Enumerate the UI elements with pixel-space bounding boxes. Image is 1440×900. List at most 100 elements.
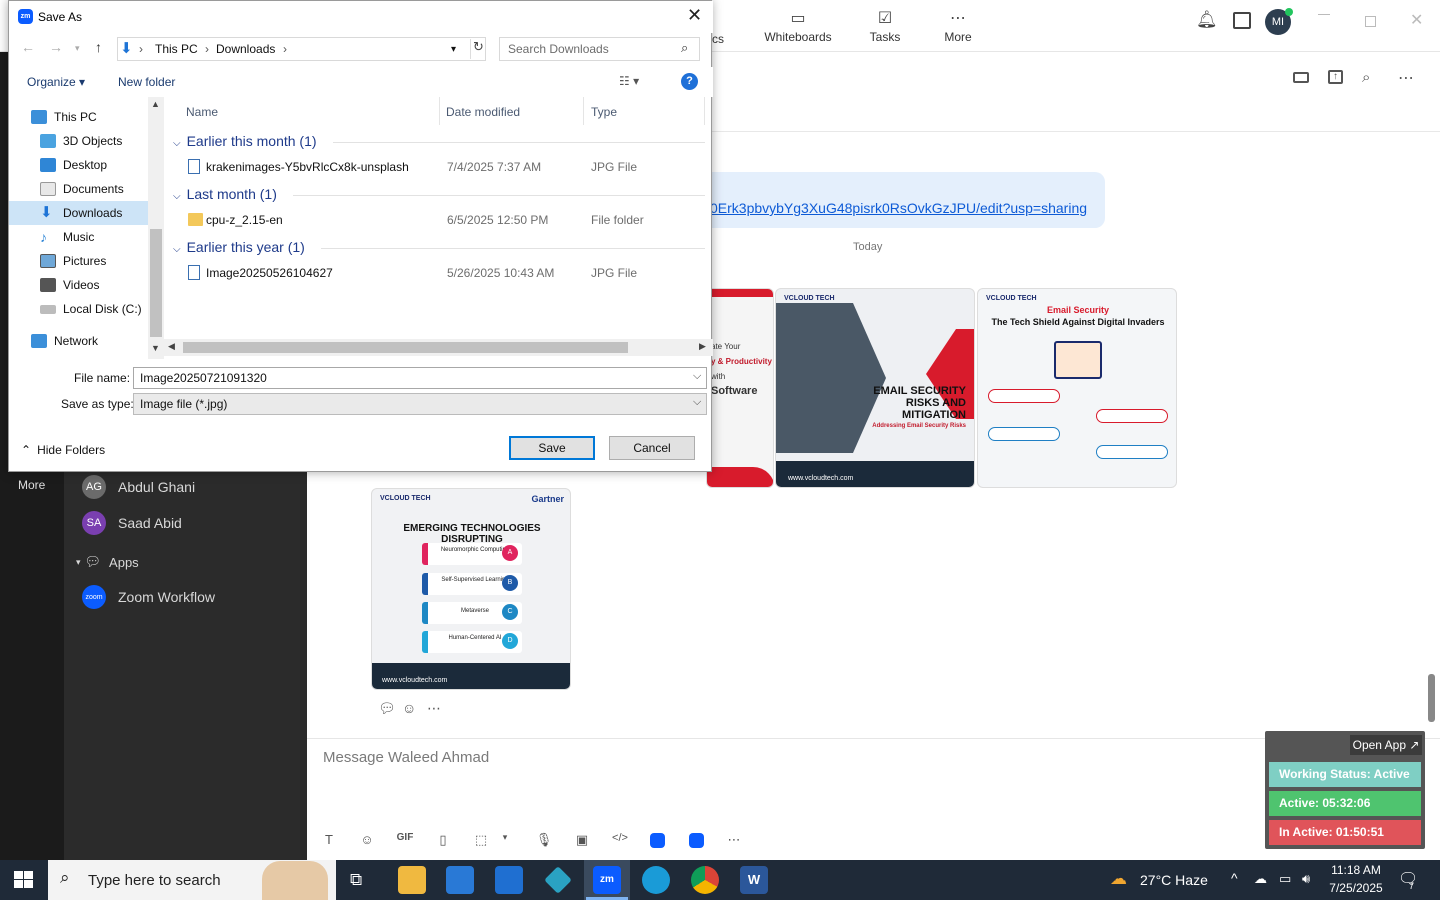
file-list-scrollbar[interactable]: ◀ ▶ xyxy=(164,339,713,356)
file-name[interactable]: cpu-z_2.15-en xyxy=(206,213,283,227)
search-icon[interactable]: ⌕ xyxy=(1362,69,1370,86)
hide-folders-toggle[interactable]: ⌃ Hide Folders xyxy=(21,443,105,457)
composer-input[interactable]: Message Waleed Ahmad xyxy=(323,749,489,766)
chevron-up-icon[interactable]: ^ xyxy=(1231,870,1238,886)
volume-icon[interactable]: 🔊︎ xyxy=(1302,871,1310,887)
task-view-icon[interactable]: ⧉ xyxy=(350,870,362,890)
file-name-input[interactable]: Image20250721091320 xyxy=(133,367,707,389)
image-card-email-security-risks[interactable]: VCLOUD TECH EMAIL SECURITY RISKS AND MIT… xyxy=(775,288,975,488)
tree-item-music[interactable]: ♪ Music xyxy=(9,225,148,249)
column-divider[interactable] xyxy=(583,97,584,125)
video-message-icon[interactable]: ▣ xyxy=(571,832,593,848)
breadcrumb-this-pc[interactable]: This PC xyxy=(155,42,198,56)
chrome-icon[interactable] xyxy=(691,866,719,894)
back-arrow-icon[interactable]: ← xyxy=(21,39,35,55)
view-options-icon[interactable]: ☷ ▾ xyxy=(619,74,639,88)
file-name[interactable]: Image20250526104627 xyxy=(206,266,333,280)
more-dots-icon[interactable]: ⋯ xyxy=(1398,68,1414,88)
chevron-down-icon[interactable]: ⌵ xyxy=(693,396,701,409)
scroll-down-icon[interactable]: ▼ xyxy=(151,343,160,353)
help-icon[interactable]: ? xyxy=(681,73,698,90)
column-date-modified[interactable]: Date modified xyxy=(446,105,520,119)
format-text-icon[interactable]: T xyxy=(318,832,340,847)
apps-section[interactable]: ▾ 💬︎ Apps xyxy=(76,547,139,577)
microphone-icon[interactable]: 🎙︎ xyxy=(533,832,555,848)
column-type[interactable]: Type xyxy=(591,105,617,119)
shared-link[interactable]: 0Erk3pbvybYg3XuG48pisrk0RsOvkGzJPU/edit?… xyxy=(710,200,1087,216)
emoji-icon[interactable]: ☺ xyxy=(356,832,378,847)
save-type-select[interactable]: Image file (*.jpg) xyxy=(133,393,707,415)
scrollbar-thumb[interactable] xyxy=(150,229,162,337)
clock-date[interactable]: 7/25/2025 xyxy=(1327,881,1385,895)
column-divider[interactable] xyxy=(704,97,705,125)
breadcrumb-downloads[interactable]: Downloads xyxy=(216,42,275,56)
share-screen-icon[interactable]: ↑ xyxy=(1328,70,1343,84)
reply-icon[interactable]: 💬︎ xyxy=(378,700,396,717)
column-name[interactable]: Name xyxy=(186,105,218,119)
close-window-icon[interactable]: ✕ xyxy=(1410,10,1423,30)
word-icon[interactable]: W xyxy=(740,866,768,894)
chevron-down-icon[interactable]: ▾ xyxy=(494,832,516,843)
image-card-emerging-tech[interactable]: VCLOUD TECH Gartner EMERGING TECHNOLOGIE… xyxy=(371,488,571,690)
file-name[interactable]: krakenimages-Y5bvRlcCx8k-unsplash xyxy=(206,160,409,174)
minimize-icon[interactable] xyxy=(1318,14,1330,15)
new-folder-button[interactable]: New folder xyxy=(118,75,175,89)
contact-saad-abid[interactable]: SA Saad Abid xyxy=(82,508,182,538)
clock-time[interactable]: 11:18 AM xyxy=(1331,863,1381,877)
file-icon[interactable]: ▯ xyxy=(432,832,454,848)
tree-item-pictures[interactable]: Pictures xyxy=(9,249,148,273)
chevron-down-icon[interactable]: ▾ xyxy=(75,43,80,54)
close-icon[interactable]: ✕ xyxy=(687,5,702,26)
scroll-right-icon[interactable]: ▶ xyxy=(699,341,706,352)
zoom-taskbar-icon[interactable]: zm xyxy=(593,866,621,894)
scroll-left-icon[interactable]: ◀ xyxy=(168,341,175,352)
maximize-icon[interactable] xyxy=(1365,16,1376,27)
group-header[interactable]: ⌵ Earlier this month (1) xyxy=(173,133,317,149)
chevron-down-icon[interactable]: ▾ xyxy=(451,44,456,55)
refresh-icon[interactable]: ↻ xyxy=(470,39,486,59)
screenshot-icon[interactable]: ⬚ xyxy=(470,832,492,848)
edge-icon[interactable] xyxy=(642,866,670,894)
tree-scrollbar[interactable]: ▲ ▼ xyxy=(148,97,164,359)
tree-item-desktop[interactable]: Desktop xyxy=(9,153,148,177)
gif-icon[interactable]: GIF xyxy=(394,832,416,843)
tree-item-3d-objects[interactable]: 3D Objects xyxy=(9,129,148,153)
forward-arrow-icon[interactable]: → xyxy=(49,39,63,55)
calendar-icon[interactable] xyxy=(1233,12,1251,29)
scroll-up-icon[interactable]: ▲ xyxy=(151,99,160,109)
store-icon[interactable] xyxy=(446,866,474,894)
save-button[interactable]: Save xyxy=(509,436,595,460)
open-app-button[interactable]: Open App ↗ xyxy=(1350,735,1422,755)
tree-item-this-pc[interactable]: This PC xyxy=(9,105,148,129)
chevron-down-icon[interactable]: ⌵ xyxy=(693,370,701,383)
network-icon[interactable]: ▭ xyxy=(1279,871,1291,887)
video-icon[interactable] xyxy=(1293,72,1309,83)
image-card-software[interactable]: ate Your y & Productivity with Software xyxy=(706,288,774,488)
more-dots-icon[interactable]: ⋯ xyxy=(427,700,441,717)
group-header[interactable]: ⌵ Last month (1) xyxy=(173,186,277,202)
tree-item-network[interactable]: Network xyxy=(9,329,148,353)
image-card-tech-shield[interactable]: VCLOUD TECH Email Security The Tech Shie… xyxy=(977,288,1177,488)
tree-item-videos[interactable]: Videos xyxy=(9,273,148,297)
zoom-app-icon[interactable] xyxy=(689,833,704,848)
tree-item-local-disk[interactable]: Local Disk (C:) xyxy=(9,297,148,321)
scrollbar-thumb[interactable] xyxy=(183,342,628,353)
group-header[interactable]: ⌵ Earlier this year (1) xyxy=(173,239,305,255)
bell-icon[interactable]: 🔔︎ xyxy=(1196,10,1218,30)
tab-whiteboards[interactable]: ▭ Whiteboards xyxy=(760,8,836,44)
scrollbar[interactable] xyxy=(1428,674,1435,722)
cancel-button[interactable]: Cancel xyxy=(609,436,695,460)
up-arrow-icon[interactable]: ↑ xyxy=(95,39,102,55)
windows-start-icon[interactable] xyxy=(14,871,34,889)
tree-item-documents[interactable]: Documents xyxy=(9,177,148,201)
tab-more[interactable]: ⋯ More xyxy=(923,8,993,44)
tab-tasks[interactable]: ☑ Tasks xyxy=(850,8,920,44)
app-zoom-workflow[interactable]: zoom Zoom Workflow xyxy=(82,582,215,612)
organize-button[interactable]: Organize ▾ xyxy=(27,75,85,89)
file-explorer-icon[interactable] xyxy=(398,866,426,894)
rail-more[interactable]: More xyxy=(18,478,45,492)
tree-item-downloads[interactable]: ⬇ Downloads xyxy=(9,201,148,225)
emoji-icon[interactable]: ☺ xyxy=(402,700,416,716)
onedrive-icon[interactable]: ☁ xyxy=(1254,871,1267,887)
mail-icon[interactable] xyxy=(495,866,523,894)
